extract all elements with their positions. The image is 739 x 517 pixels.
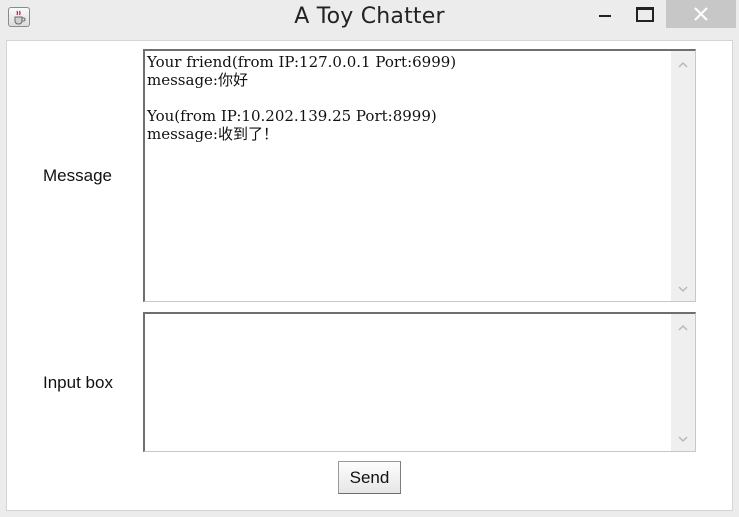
- chat-window: A Toy Chatter Message Your friend(from I…: [0, 0, 739, 517]
- maximize-icon: [636, 6, 654, 22]
- message-history-area[interactable]: Your friend(from IP:127.0.0.1 Port:6999)…: [143, 49, 696, 302]
- message-label: Message: [43, 166, 112, 185]
- minimize-icon: [599, 15, 611, 17]
- message-history-text: Your friend(from IP:127.0.0.1 Port:6999)…: [147, 53, 457, 143]
- input-box-label: Input box: [43, 373, 113, 392]
- input-scrollbar[interactable]: [671, 314, 695, 451]
- send-button[interactable]: Send: [338, 461, 401, 494]
- content-panel: Message Your friend(from IP:127.0.0.1 Po…: [6, 40, 733, 511]
- maximize-button[interactable]: [630, 0, 660, 28]
- message-scrollbar[interactable]: [671, 51, 695, 301]
- close-icon: [694, 7, 708, 21]
- scroll-up-icon[interactable]: [677, 59, 689, 71]
- close-button[interactable]: [666, 0, 736, 28]
- minimize-button[interactable]: [590, 0, 620, 28]
- input-box[interactable]: [143, 312, 696, 452]
- scroll-down-icon[interactable]: [677, 433, 689, 445]
- scroll-up-icon[interactable]: [677, 322, 689, 334]
- title-bar[interactable]: A Toy Chatter: [0, 0, 739, 38]
- scroll-down-icon[interactable]: [677, 283, 689, 295]
- window-title: A Toy Chatter: [294, 4, 445, 29]
